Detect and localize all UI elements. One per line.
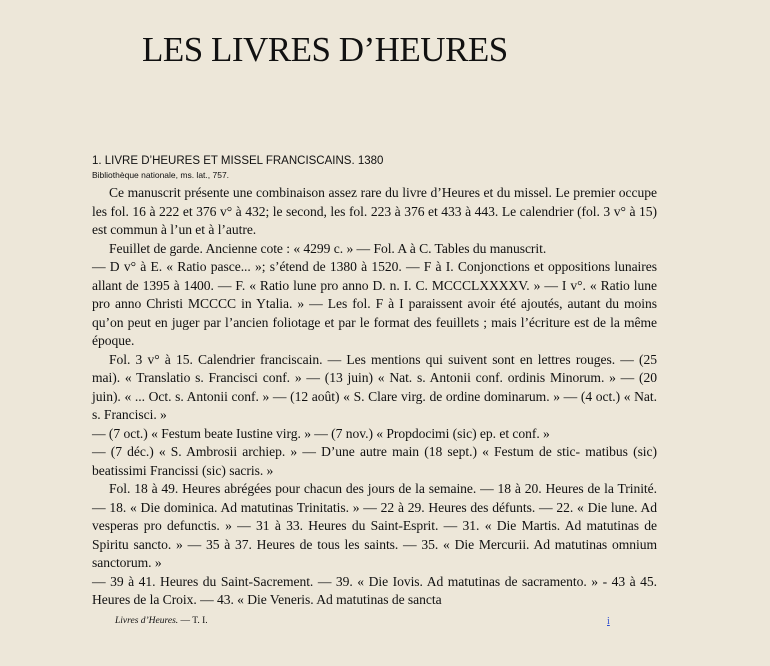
paragraph-sacrement: — 39 à 41. Heures du Saint-Sacrement. — …: [92, 573, 657, 608]
footer-volume: — T. I.: [178, 616, 208, 626]
footer-title: Livres d’Heures.: [115, 616, 179, 626]
paragraph-intro: Ce manuscrit présente une combinaison as…: [92, 185, 657, 237]
paragraph-october: — (7 oct.) « Festum beate Iustine virg. …: [92, 425, 550, 441]
section-heading: 1. LIVRE D’HEURES ET MISSEL FRANCISCAINS…: [92, 155, 384, 167]
page-title: LES LIVRES D’HEURES: [142, 30, 508, 69]
body-text: Ce manuscrit présente une combinaison as…: [92, 184, 657, 610]
page-footer: Livres d’Heures. — T. I.: [115, 616, 208, 626]
paragraph-feuillet: Feuillet de garde. Ancienne cote : « 429…: [109, 240, 547, 256]
paragraph-december: — (7 déc.) « S. Ambrosii archiep. » — D’…: [92, 444, 657, 478]
footer-link[interactable]: i: [607, 616, 610, 627]
paragraph-heures: Fol. 18 à 49. Heures abrégées pour chacu…: [92, 481, 657, 570]
paragraph-tables: — D v° à E. « Ratio pasce... »; s’étend …: [92, 259, 657, 348]
paragraph-calendrier: Fol. 3 v° à 15. Calendrier franciscain. …: [92, 351, 657, 423]
section-subheading: Bibliothèque nationale, ms. lat., 757.: [92, 170, 230, 180]
